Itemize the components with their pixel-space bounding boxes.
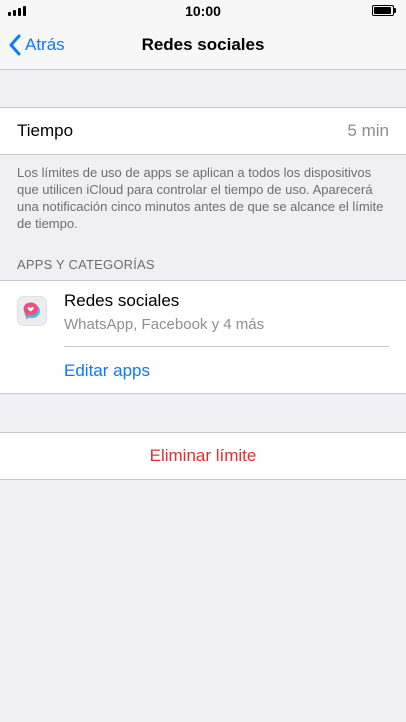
navigation-bar: Atrás Redes sociales <box>0 22 406 70</box>
edit-apps-button[interactable]: Editar apps <box>64 361 150 381</box>
status-bar: 10:00 <box>0 0 406 22</box>
limit-description-note: Los límites de uso de apps se aplican a … <box>17 165 384 231</box>
time-limit-value: 5 min <box>347 121 389 140</box>
delete-limit-row: Eliminar límite <box>0 432 406 480</box>
time-limit-label: Tiempo <box>17 121 74 140</box>
section-header-apps: APPS Y CATEGORÍAS <box>17 257 155 272</box>
social-chat-bubbles-icon <box>17 296 47 326</box>
divider <box>64 346 389 347</box>
status-time: 10:00 <box>185 3 221 19</box>
category-subtitle: WhatsApp, Facebook y 4 más <box>64 316 265 333</box>
page-title: Redes sociales <box>141 35 265 54</box>
delete-limit-button[interactable]: Eliminar límite <box>0 446 406 466</box>
apps-categories-group: Redes sociales WhatsApp, Facebook y 4 má… <box>0 280 406 394</box>
category-title: Redes sociales <box>64 291 180 310</box>
battery-icon <box>372 5 396 16</box>
time-limit-row[interactable]: Tiempo 5 min <box>0 107 406 155</box>
